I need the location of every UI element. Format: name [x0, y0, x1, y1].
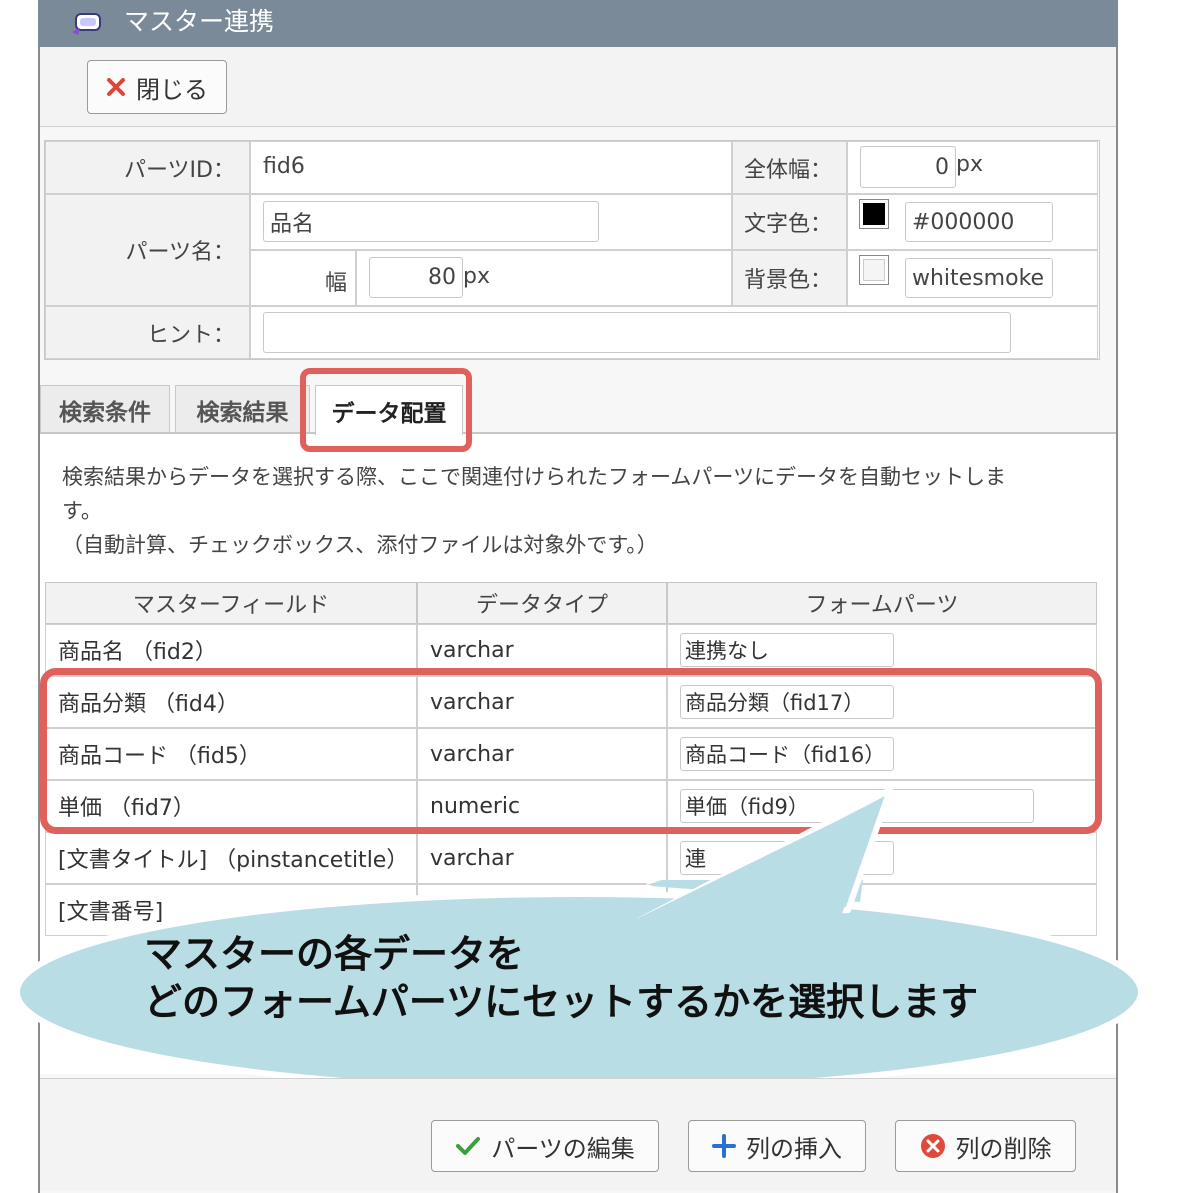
- plus-icon: [712, 1134, 736, 1158]
- table-row-field: [文書タイトル] （pinstancetitle）: [45, 832, 417, 884]
- insert-column-label: 列の挿入: [746, 1134, 842, 1163]
- tab-search-conditions[interactable]: 検索条件: [40, 385, 170, 433]
- delete-column-button[interactable]: 列の削除: [895, 1120, 1076, 1172]
- total-width-label: 全体幅：: [732, 141, 847, 194]
- description-line-2: す。: [62, 499, 102, 523]
- bg-color-swatch[interactable]: [859, 255, 889, 285]
- close-button[interactable]: 閉じる: [87, 60, 227, 114]
- width-label: 幅: [325, 271, 348, 296]
- callout-text: マスターの各データを どのフォームパーツにセットするかを選択します: [144, 930, 978, 1026]
- text-color-input[interactable]: #000000: [905, 202, 1053, 242]
- parts-id-cell: fid6: [250, 141, 732, 194]
- form-part-select[interactable]: 連携なし: [680, 633, 894, 667]
- dialog-title: マスター連携: [124, 7, 275, 36]
- mapped-rows-highlight-box: [40, 668, 1102, 834]
- delete-column-label: 列の削除: [955, 1134, 1052, 1163]
- tab-search-results[interactable]: 検索結果: [175, 385, 310, 433]
- col-header-form-parts: フォームパーツ: [667, 582, 1097, 624]
- hint-input[interactable]: [263, 312, 1011, 353]
- close-button-label: 閉じる: [136, 75, 208, 104]
- description-text: 検索結果からデータを選択する際、ここで関連付けられたフォームパーツにデータを自動…: [62, 460, 1092, 562]
- check-icon: [456, 1137, 481, 1155]
- callout-pointer: [634, 787, 893, 920]
- tab-highlight-box: [300, 368, 472, 452]
- total-width-input[interactable]: 0: [860, 146, 956, 188]
- col-header-master-field: マスターフィールド: [45, 582, 417, 624]
- description-line-3: （自動計算、チェックボックス、添付ファイルは対象外です。）: [62, 533, 658, 557]
- description-line-1: 検索結果からデータを選択する際、ここで関連付けられたフォームパーツにデータを自動…: [62, 465, 1006, 489]
- text-color-label: 文字色：: [732, 194, 847, 250]
- callout-line-2: どのフォームパーツにセットするかを選択します: [144, 980, 979, 1024]
- parts-id-label: パーツID：: [45, 141, 250, 194]
- insert-column-button[interactable]: 列の挿入: [688, 1120, 866, 1172]
- hint-label: ヒント：: [45, 306, 250, 359]
- bg-color-input[interactable]: whitesmoke: [905, 258, 1053, 298]
- width-label-cell: 幅: [250, 250, 356, 306]
- text-color-swatch[interactable]: [859, 199, 889, 229]
- bg-color-label: 背景色：: [732, 250, 847, 306]
- master-link-icon: [72, 13, 101, 35]
- parts-name-input[interactable]: 品名: [263, 201, 599, 242]
- width-input[interactable]: 80: [369, 257, 463, 298]
- delete-circle-icon: [920, 1134, 945, 1158]
- edit-parts-label: パーツの編集: [491, 1134, 635, 1163]
- width-unit: px: [463, 264, 490, 289]
- parts-name-label: パーツ名：: [45, 194, 250, 306]
- close-icon: [107, 78, 125, 96]
- total-width-unit: px: [956, 152, 983, 177]
- edit-parts-button[interactable]: パーツの編集: [431, 1120, 659, 1172]
- dialog-titlebar: マスター連携: [38, 0, 1118, 47]
- col-header-data-type: データタイプ: [417, 582, 667, 624]
- parts-id-value: fid6: [263, 154, 305, 179]
- callout-line-1: マスターの各データを: [144, 932, 525, 976]
